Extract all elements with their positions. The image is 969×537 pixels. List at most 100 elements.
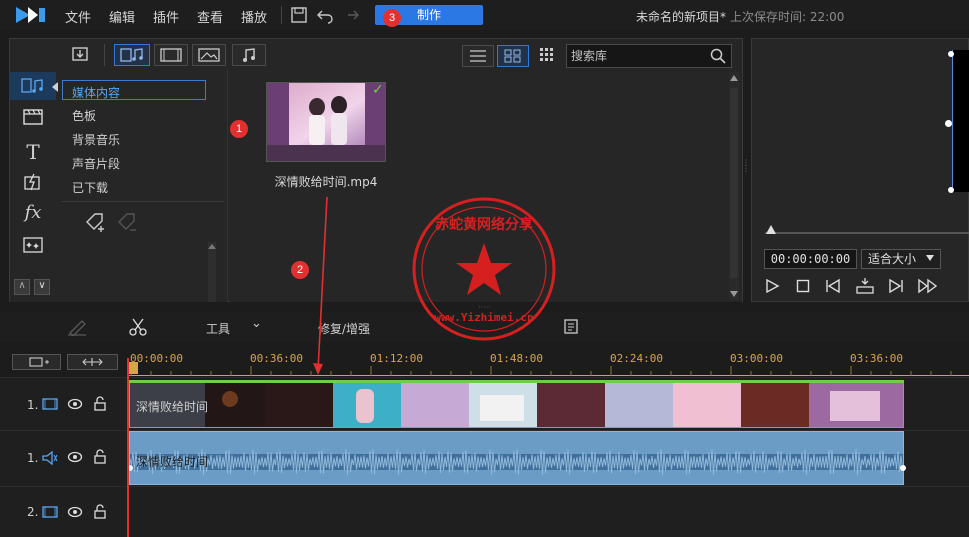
snapshot-icon[interactable]	[855, 276, 875, 296]
previous-frame-icon[interactable]	[824, 278, 842, 294]
playhead-marker-icon[interactable]	[128, 362, 138, 374]
track-number: 2.	[27, 505, 39, 519]
particle-icon	[23, 237, 43, 253]
last-saved-time: 上次保存时间: 22:00	[730, 10, 845, 24]
search-input[interactable]	[571, 48, 701, 64]
eye-icon[interactable]	[67, 505, 83, 519]
fit-timeline-button[interactable]	[67, 354, 118, 370]
category-media-content[interactable]: 媒体内容	[72, 84, 120, 101]
list-view-button[interactable]	[462, 45, 494, 67]
next-frame-icon[interactable]	[887, 278, 905, 294]
filter-all-media-button[interactable]	[114, 44, 150, 66]
panel-resize-handle[interactable]: ⋮ ⋮	[742, 159, 750, 184]
play-icon[interactable]	[764, 278, 780, 294]
scroll-thumb[interactable]	[730, 88, 738, 278]
effect-room-button[interactable]: fx	[10, 199, 56, 227]
track-number: 1.	[27, 398, 39, 412]
filter-video-button[interactable]	[154, 44, 188, 66]
video-clip[interactable]: 深情败给时间	[129, 380, 904, 428]
scrubber-thumb-icon[interactable]	[766, 225, 776, 234]
lock-icon[interactable]	[93, 396, 107, 412]
library-search-box[interactable]	[566, 44, 732, 68]
eye-icon[interactable]	[67, 450, 83, 464]
stop-icon[interactable]	[795, 278, 811, 294]
tools-menu-button[interactable]: 工具	[206, 320, 230, 337]
grid-view-button[interactable]	[497, 45, 529, 67]
menu-view[interactable]: 查看	[197, 7, 223, 26]
resize-handle-bottom[interactable]	[948, 187, 954, 193]
media-room-button[interactable]	[10, 72, 56, 100]
resize-handle-middle[interactable]	[945, 120, 952, 127]
seal-text: 赤蛇黄网络分享	[435, 216, 533, 233]
import-media-button[interactable]	[68, 44, 92, 66]
fit-size-dropdown[interactable]: 适合大小	[861, 249, 941, 269]
media-scrollbar[interactable]	[729, 72, 739, 300]
project-title: 未命名的新项目*	[636, 10, 727, 24]
media-thumbnail[interactable]	[266, 82, 386, 162]
preview-screen[interactable]	[952, 50, 969, 192]
fx-icon: fx	[24, 202, 42, 223]
lock-icon[interactable]	[93, 504, 107, 520]
resize-handle-top[interactable]	[948, 51, 954, 57]
track-manager-icon	[29, 357, 49, 367]
callout-2: 2	[291, 261, 309, 279]
rooms-scroll-up-button[interactable]: ∧	[14, 279, 30, 295]
volume-keyframe-end[interactable]	[900, 465, 906, 471]
template-room-button[interactable]	[10, 103, 56, 131]
chevron-up-icon: ∧	[18, 280, 26, 291]
scroll-up-arrow-icon	[730, 75, 738, 81]
menu-playback[interactable]: 播放	[241, 7, 267, 26]
music-note-icon	[243, 48, 255, 62]
thumbnail-size-button[interactable]	[538, 46, 554, 64]
title-t-icon: T	[26, 140, 40, 164]
subtitle-icon[interactable]	[562, 317, 580, 337]
video-track-icon	[42, 506, 58, 518]
playhead-line[interactable]	[127, 358, 129, 537]
undo-icon[interactable]	[316, 6, 334, 24]
menu-file[interactable]: 文件	[65, 7, 91, 26]
audio-clip[interactable]: 深情败给时间	[127, 431, 906, 485]
fast-forward-icon[interactable]	[917, 278, 939, 294]
save-icon[interactable]	[290, 6, 308, 24]
seal-url: www.Yizhimei.cn	[434, 311, 533, 324]
filter-audio-button[interactable]	[232, 44, 266, 66]
category-downloaded[interactable]: 已下载	[72, 179, 108, 196]
scroll-down-arrow-icon	[730, 291, 738, 297]
video-clip-filmstrip	[130, 381, 903, 427]
preview-scrubber[interactable]	[765, 232, 969, 234]
redo-icon[interactable]	[342, 6, 360, 24]
menu-plugins[interactable]: 插件	[153, 7, 179, 26]
video-track-2	[0, 486, 969, 537]
filter-image-button[interactable]	[192, 44, 226, 66]
edit-pen-icon[interactable]	[66, 318, 88, 336]
search-icon[interactable]	[709, 47, 727, 65]
scissors-icon[interactable]	[128, 317, 148, 337]
add-tag-icon[interactable]	[84, 210, 108, 234]
category-background-music[interactable]: 背景音乐	[72, 131, 120, 148]
title-room-button[interactable]: T	[10, 138, 56, 166]
particle-room-button[interactable]	[10, 231, 56, 259]
in-use-check-icon: ✓	[372, 82, 384, 98]
lock-icon[interactable]	[93, 449, 107, 465]
annotation-arrow	[313, 196, 328, 375]
ruler-ticks	[130, 366, 952, 376]
list-view-icon	[470, 50, 486, 62]
ruler-tick-label: 03:36:00	[850, 352, 903, 365]
film-clapper-icon	[23, 109, 43, 125]
timecode-display[interactable]: 00:00:00:00	[764, 249, 857, 269]
rooms-scroll-down-button[interactable]: ∨	[34, 279, 50, 295]
category-color-board[interactable]: 色板	[72, 107, 96, 124]
media-filename: 深情败给时间.mp4	[274, 175, 378, 189]
transition-room-button[interactable]	[10, 168, 56, 196]
ruler-tick-label: 01:48:00	[490, 352, 543, 365]
import-icon	[72, 47, 88, 61]
menu-edit[interactable]: 编辑	[109, 7, 135, 26]
remove-tag-icon[interactable]	[116, 210, 140, 234]
category-sound-clips[interactable]: 声音片段	[72, 155, 120, 172]
chevron-down-icon[interactable]: ⌄	[251, 316, 262, 331]
dropdown-arrow-icon	[926, 255, 934, 261]
audio-waveform	[129, 448, 903, 476]
category-scrollbar[interactable]	[208, 242, 216, 302]
eye-icon[interactable]	[67, 397, 83, 411]
track-manager-button[interactable]	[12, 354, 61, 370]
